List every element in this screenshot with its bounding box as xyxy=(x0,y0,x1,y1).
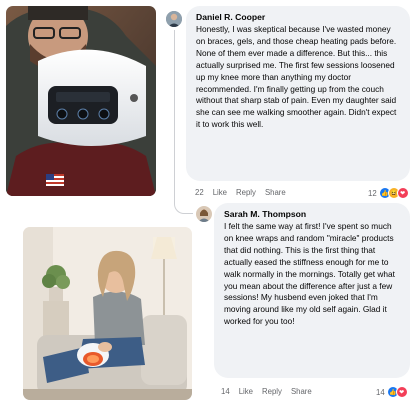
heart-reaction-icon: ❤ xyxy=(395,386,408,398)
reaction-summary[interactable]: 14 👍 ❤ xyxy=(376,386,408,398)
comment-bubble: Sarah M. Thompson I felt the same way at… xyxy=(214,203,410,378)
avatar-image xyxy=(166,11,182,27)
avatar[interactable] xyxy=(196,206,212,222)
comment-bubble: Daniel R. Cooper Honestly, I was skeptic… xyxy=(186,6,410,181)
comment-timestamp[interactable]: 22 xyxy=(195,188,204,197)
comment-actions: 22 Like Reply Share xyxy=(195,188,286,197)
reaction-count: 14 xyxy=(376,387,385,397)
share-button[interactable]: Share xyxy=(291,387,312,396)
comment-text: I felt the same way at first! I've spent… xyxy=(224,221,395,327)
like-button[interactable]: Like xyxy=(239,387,253,396)
reply-thread-line xyxy=(174,30,193,214)
like-button[interactable]: Like xyxy=(213,188,227,197)
avatar[interactable] xyxy=(166,11,182,27)
comment-actions: 14 Like Reply Share xyxy=(221,387,312,396)
comment-text: Honestly, I was skeptical because I've w… xyxy=(196,24,397,130)
share-button[interactable]: Share xyxy=(265,188,286,197)
reaction-count: 12 xyxy=(368,188,377,198)
heart-reaction-icon: ❤ xyxy=(396,187,409,199)
avatar-image xyxy=(196,206,212,222)
product-photo-device xyxy=(6,6,156,196)
reply-button[interactable]: Reply xyxy=(236,188,256,197)
reaction-summary[interactable]: 12 👍 😆 ❤ xyxy=(368,187,409,199)
comment-timestamp[interactable]: 14 xyxy=(221,387,230,396)
comment-author[interactable]: Daniel R. Cooper xyxy=(196,12,400,22)
product-photo-woman xyxy=(23,227,192,400)
comment-author[interactable]: Sarah M. Thompson xyxy=(224,209,400,219)
reply-button[interactable]: Reply xyxy=(262,387,282,396)
